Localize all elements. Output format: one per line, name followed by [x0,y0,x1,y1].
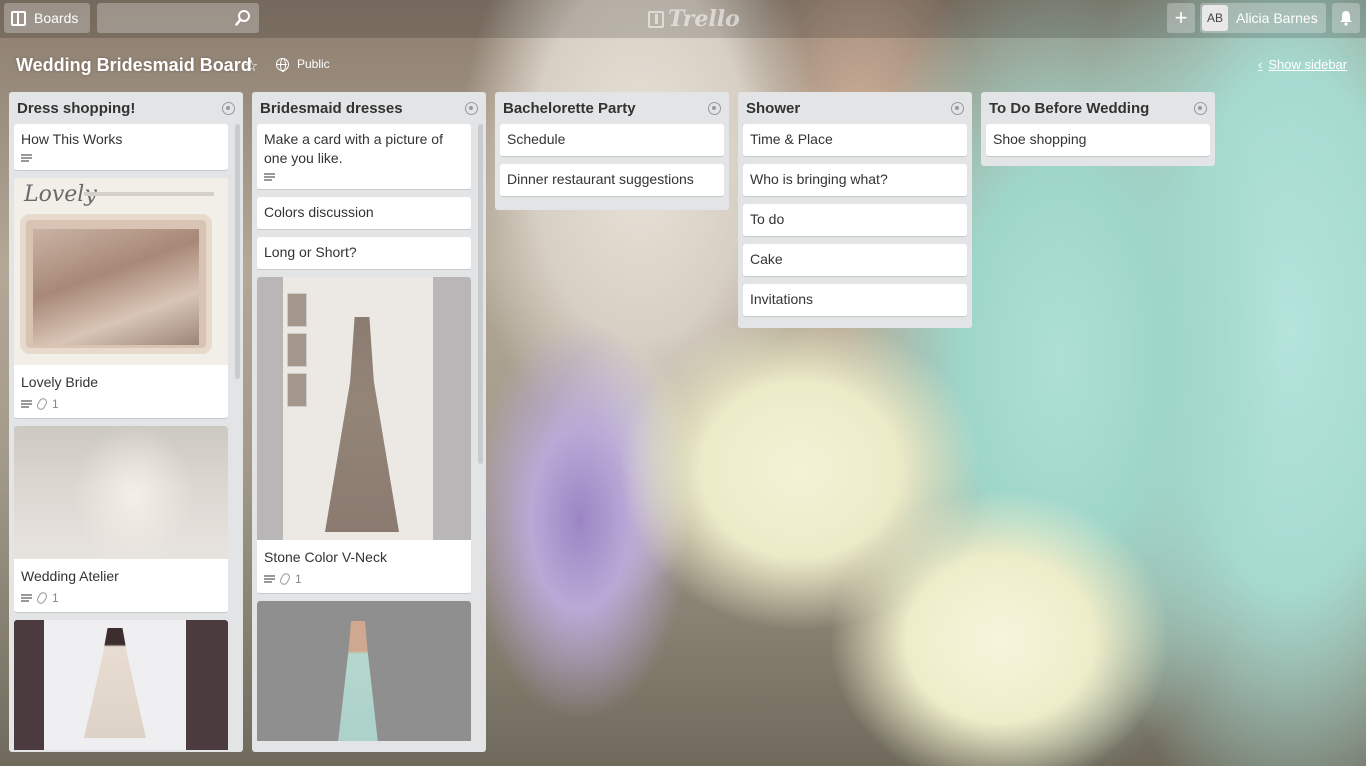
list-scrollbar[interactable] [235,124,240,379]
card-title: To do [750,211,785,227]
show-sidebar-label: Show sidebar [1268,57,1348,72]
card-title: Time & Place [750,131,833,147]
card-badges: 1 [264,571,464,587]
card[interactable]: Dinner restaurant suggestions [500,164,724,197]
list-menu-icon[interactable] [222,101,235,115]
visibility-button[interactable]: Public [276,57,330,72]
card[interactable]: Wedding Atelier 1 [14,426,228,613]
list-menu-icon[interactable] [951,101,964,115]
star-icon[interactable]: ☆ [244,56,258,76]
card-title: Cake [750,251,783,267]
card-title: Schedule [507,131,566,147]
list-header: To Do Before Wedding [986,92,1210,124]
description-icon [264,574,275,584]
boards-button[interactable]: Boards [4,3,90,33]
card-title: Lovely Bride [21,374,99,390]
chevron-left-icon: ‹ [1258,57,1263,72]
card-title: Dinner restaurant suggestions [507,171,694,187]
list-to-do-before-wedding: To Do Before Wedding Shoe shopping [981,92,1215,166]
card[interactable]: Who is bringing what? [743,164,967,197]
paperclip-icon [35,396,49,412]
member-menu-button[interactable]: AB Alicia Barnes [1200,3,1326,33]
description-icon [21,399,32,409]
boards-label: Boards [34,10,79,26]
card[interactable]: To do [743,204,967,237]
card-badges [264,173,464,182]
list-header: Shower [743,92,967,124]
card-cover-image [257,601,471,741]
card[interactable]: Stone Color V-Neck 1 [257,277,471,594]
card-badges [21,154,221,163]
description-icon [21,154,32,163]
card-title: Invitations [750,291,814,307]
card-cover-image: Lovely [14,178,228,365]
card-title: Stone Color V-Neck [264,549,387,565]
search-box[interactable] [97,3,259,33]
attachment-count: 1 [295,572,302,586]
list-bachelorette-party: Bachelorette Party Schedule Dinner resta… [495,92,729,210]
list-menu-icon[interactable] [708,101,721,115]
card-title: How This Works [21,131,123,147]
trello-logo-icon [648,10,664,28]
card[interactable] [14,620,228,750]
add-button[interactable]: + [1167,3,1195,33]
card[interactable]: Time & Place [743,124,967,157]
card[interactable]: Cake [743,244,967,277]
list-dress-shopping: Dress shopping! How This Works Lovely Lo… [9,92,243,752]
trello-logo[interactable]: Trello [648,6,740,32]
card-cover-image [257,277,471,540]
show-sidebar-link[interactable]: ‹ Show sidebar [1258,57,1347,72]
card[interactable]: Make a card with a picture of one you li… [257,124,471,190]
card-cover-image [14,426,228,559]
card-title: Colors discussion [264,204,374,220]
card-title: Long or Short? [264,244,357,260]
header-bar: Boards Trello + AB Alicia Barnes [0,0,1366,38]
list-header: Bridesmaid dresses [257,92,481,124]
list-title[interactable]: Bachelorette Party [503,100,636,117]
board-title[interactable]: Wedding Bridesmaid Board [16,55,252,76]
visibility-label: Public [297,57,330,71]
card[interactable] [257,601,471,741]
card[interactable]: Shoe shopping [986,124,1210,157]
card[interactable]: How This Works [14,124,228,171]
card[interactable]: Invitations [743,284,967,317]
list-bridesmaid-dresses: Bridesmaid dresses Make a card with a pi… [252,92,486,752]
description-icon [264,173,275,182]
card[interactable]: Schedule [500,124,724,157]
paperclip-icon [278,571,292,587]
boards-icon [11,10,26,26]
paperclip-icon [35,590,49,606]
search-icon[interactable] [235,9,251,27]
card-badges: 1 [21,590,221,606]
list-header: Dress shopping! [14,92,238,124]
attachment-count: 1 [52,591,59,605]
bell-icon [1340,11,1352,26]
avatar: AB [1202,5,1228,31]
logo-text: Trello [668,6,740,32]
card-badges: 1 [21,396,221,412]
card-title: Shoe shopping [993,131,1087,147]
description-icon [21,593,32,603]
card-title: Who is bringing what? [750,171,888,187]
list-title[interactable]: Dress shopping! [17,100,135,117]
list-title[interactable]: To Do Before Wedding [989,100,1149,117]
list-header: Bachelorette Party [500,92,724,124]
notifications-button[interactable] [1332,3,1360,33]
plus-icon: + [1174,5,1188,30]
card[interactable]: Colors discussion [257,197,471,230]
list-title[interactable]: Shower [746,100,800,117]
list-title[interactable]: Bridesmaid dresses [260,100,403,117]
globe-icon [276,57,289,72]
card[interactable]: Lovely Lovely Bride 1 [14,178,228,419]
list-shower: Shower Time & Place Who is bringing what… [738,92,972,328]
list-menu-icon[interactable] [1194,101,1207,115]
card-title: Wedding Atelier [21,568,119,584]
member-name: Alicia Barnes [1236,10,1318,26]
list-menu-icon[interactable] [465,101,478,115]
list-scrollbar[interactable] [478,124,483,464]
card-cover-image [14,620,228,750]
attachment-count: 1 [52,397,59,411]
card[interactable]: Long or Short? [257,237,471,270]
card-title: Make a card with a picture of one you li… [264,131,443,166]
